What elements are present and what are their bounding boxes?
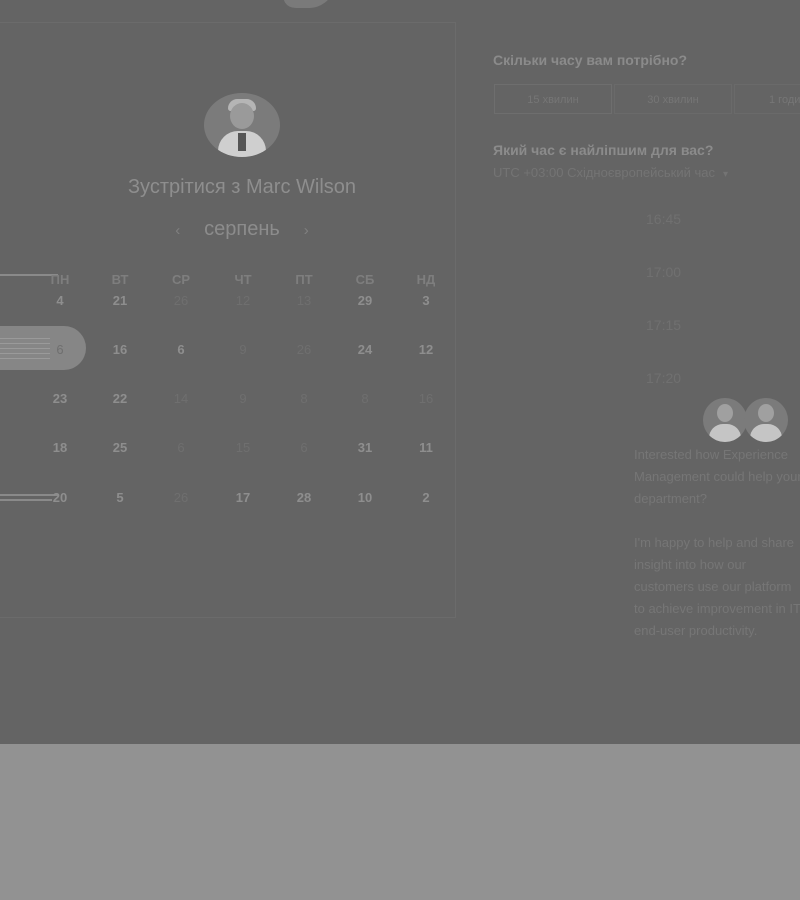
calendar-day: 16: [418, 391, 434, 406]
host-avatar-small: [703, 398, 747, 442]
colleague-avatar-small: [744, 398, 788, 442]
calendar-day[interactable]: 5: [100, 490, 140, 505]
calendar-day: 6: [300, 440, 308, 455]
time-slot[interactable]: 16:45: [646, 211, 681, 227]
calendar-day[interactable]: 16: [100, 342, 140, 357]
prev-month-icon[interactable]: ‹: [166, 222, 190, 239]
calendar-day[interactable]: 4: [40, 293, 80, 308]
weekday-tue: ВТ: [111, 272, 129, 287]
weekday-fri: ПТ: [295, 272, 313, 287]
duration-30-button[interactable]: 30 хвилин: [614, 84, 732, 114]
duration-heading: Скільки часу вам потрібно?: [493, 52, 688, 68]
message-paragraph-2: I'm happy to help and share insight into…: [634, 535, 800, 638]
duration-15-button[interactable]: 15 хвилин: [494, 84, 612, 114]
message-paragraph-1: Interested how Experience Management cou…: [634, 447, 800, 506]
calendar-day: 26: [296, 342, 312, 357]
time-slot[interactable]: 17:15: [646, 317, 681, 333]
calendar-day[interactable]: 20: [40, 490, 80, 505]
calendar-day: 13: [296, 293, 312, 308]
timezone-label: UTC +03:00 Східноєвропейський час: [493, 165, 715, 180]
calendar-day: 26: [173, 490, 189, 505]
calendar-day[interactable]: 24: [345, 342, 385, 357]
calendar-day: 8: [300, 391, 308, 406]
calendar-day[interactable]: 2: [406, 490, 446, 505]
calendar-day[interactable]: 18: [40, 440, 80, 455]
weekday-sat: СБ: [355, 272, 375, 287]
calendar-day: 8: [361, 391, 369, 406]
calendar-day: 6: [177, 440, 185, 455]
calendar-day: 9: [239, 342, 247, 357]
month-label: серпень: [204, 218, 280, 240]
time-slot[interactable]: 17:00: [646, 264, 681, 280]
meeting-title: Зустрітися з Marc Wilson: [127, 176, 357, 198]
weekday-sun: НД: [416, 272, 436, 287]
weekday-mon: ПН: [50, 272, 70, 287]
host-avatar: [204, 93, 280, 157]
calendar-day[interactable]: 29: [345, 293, 385, 308]
calendar-day: 15: [235, 440, 251, 455]
calendar-day: 26: [173, 293, 189, 308]
month-navigation: ‹ серпень ›: [0, 218, 484, 241]
calendar-day[interactable]: 11: [406, 440, 446, 455]
next-month-icon[interactable]: ›: [294, 222, 318, 239]
booking-overlay: Зустрітися з Marc Wilson ‹ серпень › ПН …: [0, 0, 800, 744]
calendar-day: 9: [239, 391, 247, 406]
time-slot[interactable]: 17:20: [646, 370, 681, 386]
weekday-wed: СР: [171, 272, 191, 287]
weekday-thu: ЧТ: [234, 272, 252, 287]
calendar-day[interactable]: 6: [161, 342, 201, 357]
calendar-day[interactable]: 25: [100, 440, 140, 455]
calendar-day[interactable]: 12: [406, 342, 446, 357]
timezone-select[interactable]: UTC +03:00 Східноєвропейський час ▾: [493, 165, 728, 180]
time-heading: Який час є найліпшим для вас?: [493, 142, 714, 158]
calendar-day[interactable]: 3: [406, 293, 446, 308]
duration-60-button[interactable]: 1 годи: [734, 84, 800, 114]
calendar-day[interactable]: 21: [100, 293, 140, 308]
calendar-day: 14: [173, 391, 189, 406]
chevron-down-icon: ▾: [722, 169, 728, 180]
calendar-day[interactable]: 22: [100, 391, 140, 406]
calendar-day[interactable]: 31: [345, 440, 385, 455]
logo: [277, 0, 337, 8]
calendar-day[interactable]: 10: [345, 490, 385, 505]
calendar-day[interactable]: 23: [40, 391, 80, 406]
calendar-day: 12: [235, 293, 251, 308]
calendar-day[interactable]: 17: [223, 490, 263, 505]
calendar-day[interactable]: 28: [284, 490, 324, 505]
calendar-day-selected[interactable]: 6: [40, 342, 80, 357]
